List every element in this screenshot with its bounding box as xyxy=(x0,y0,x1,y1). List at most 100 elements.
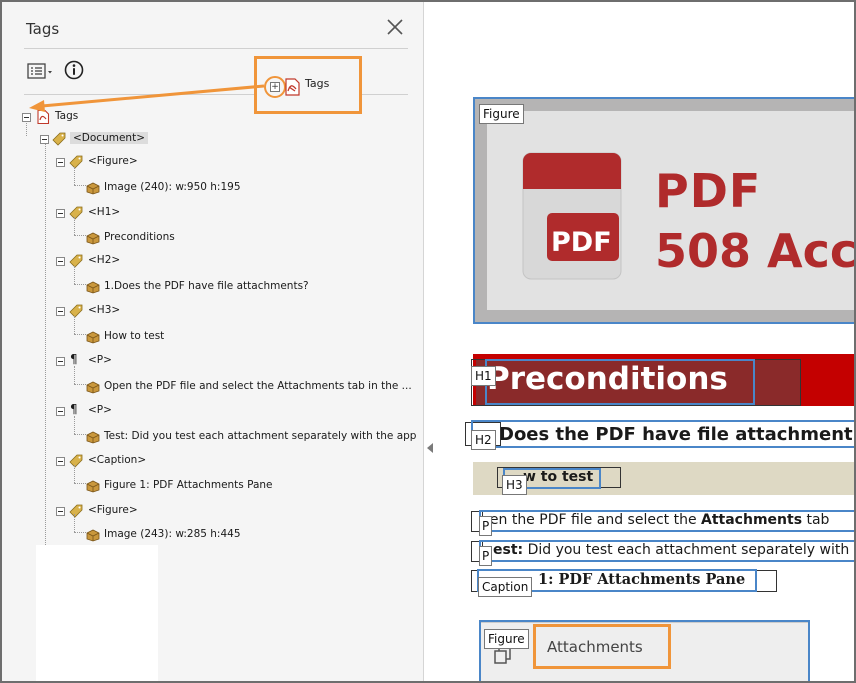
tree-node-label: Image (240): w:950 h:195 xyxy=(104,181,241,193)
tree-node-document[interactable]: <Document> xyxy=(2,128,422,150)
tree-node-label: How to test xyxy=(104,330,165,342)
collapse-icon[interactable] xyxy=(56,457,65,466)
tree-guide xyxy=(74,366,75,384)
figure-tag-outline[interactable] xyxy=(473,97,854,324)
p-tag-outline[interactable] xyxy=(479,540,854,562)
tree-guide xyxy=(74,316,75,334)
tree-node-label: 1.Does the PDF have file attachments? xyxy=(104,280,309,292)
paragraph-icon: ¶ xyxy=(70,352,78,366)
tree-node-p[interactable]: ¶ <P> xyxy=(2,400,422,422)
tree-node-label: Preconditions xyxy=(104,231,175,243)
tree-node-content[interactable]: Open the PDF file and select the Attachm… xyxy=(2,366,422,398)
expand-icon[interactable]: + xyxy=(270,82,280,92)
tree-guide xyxy=(74,532,86,533)
document-view: PDF PDF 508 Acce Figure Preconditions H1… xyxy=(435,2,854,681)
tree-node-label: <H3> xyxy=(88,304,121,316)
tree-node-content[interactable]: How to test xyxy=(2,316,422,348)
figure-tag-chip[interactable]: Figure xyxy=(479,104,524,124)
tree-guide xyxy=(74,217,75,235)
collapse-icon[interactable] xyxy=(22,113,31,122)
tree-node-label: Test: Did you test each attachment separ… xyxy=(104,430,417,442)
tree-node-content[interactable]: Image (240): w:950 h:195 xyxy=(2,167,422,199)
tree-node-label: <H2> xyxy=(88,254,121,266)
content-box-icon xyxy=(86,331,100,344)
p-tag-outline[interactable] xyxy=(479,510,854,532)
tree-guide xyxy=(74,465,75,483)
p-tag-chip[interactable]: P xyxy=(479,546,493,566)
tree-node-label: <Caption> xyxy=(88,454,147,466)
tree-node-label: Tags xyxy=(55,110,79,122)
tree-node-root[interactable]: Tags xyxy=(2,106,422,128)
info-icon[interactable] xyxy=(64,60,84,80)
tag-icon xyxy=(52,132,66,146)
tree-guide xyxy=(74,167,75,185)
content-box-icon xyxy=(86,431,100,444)
collapse-icon[interactable] xyxy=(56,407,65,416)
collapse-icon[interactable] xyxy=(56,357,65,366)
pdf-file-icon xyxy=(37,110,50,124)
tree-guide xyxy=(74,235,86,236)
collapse-icon[interactable] xyxy=(56,209,65,218)
collapse-icon[interactable] xyxy=(56,158,65,167)
tree-node-content[interactable]: Preconditions xyxy=(2,217,422,249)
h3-tag-chip[interactable]: H3 xyxy=(502,475,527,495)
collapse-icon[interactable] xyxy=(40,135,49,144)
tree-guide xyxy=(74,284,86,285)
collapse-panel-icon[interactable] xyxy=(426,442,434,454)
tree-node-content[interactable]: Image (243): w:285 h:445 xyxy=(2,514,422,546)
tree-node-label: <P> xyxy=(88,404,112,416)
tree-node-content[interactable]: Test: Did you test each attachment separ… xyxy=(2,416,422,448)
paragraph-icon: ¶ xyxy=(70,402,78,416)
figure-tag-outline[interactable] xyxy=(479,620,810,681)
h1-tag-chip[interactable]: H1 xyxy=(471,366,496,386)
tree-node-label: <H1> xyxy=(88,206,121,218)
tree-guide xyxy=(74,514,75,532)
tree-node-h1[interactable]: <H1> xyxy=(2,202,422,224)
p-tag-chip[interactable]: P xyxy=(479,516,493,536)
tree-node-label: Image (243): w:285 h:445 xyxy=(104,528,241,540)
callout-label: Tags xyxy=(305,77,330,90)
content-box-icon xyxy=(86,381,100,394)
tree-node-h2[interactable]: <H2> xyxy=(2,250,422,272)
tree-guide xyxy=(74,416,75,434)
tree-node-label: <Figure> xyxy=(88,504,138,516)
divider xyxy=(24,48,408,49)
tag-icon xyxy=(69,504,83,518)
tag-icon xyxy=(69,304,83,318)
figure-tag-chip[interactable]: Figure xyxy=(484,629,529,649)
collapse-icon[interactable] xyxy=(56,257,65,266)
tree-guide xyxy=(74,483,86,484)
tree-guide xyxy=(74,384,86,385)
tree-node-content[interactable]: Figure 1: PDF Attachments Pane xyxy=(2,465,422,497)
tag-icon xyxy=(69,454,83,468)
h1-tag-outline[interactable] xyxy=(485,359,755,405)
options-menu-icon[interactable] xyxy=(27,62,61,82)
tree-node-label: <P> xyxy=(88,354,112,366)
tree-node-figure[interactable]: <Figure> xyxy=(2,151,422,173)
tree-guide xyxy=(74,434,86,435)
tree-node-label: <Figure> xyxy=(88,155,138,167)
panel-title: Tags xyxy=(26,20,60,38)
close-icon[interactable] xyxy=(384,16,406,38)
tree-node-figure[interactable]: <Figure> xyxy=(2,500,422,522)
tree-node-h3[interactable]: <H3> xyxy=(2,300,422,322)
tree-node-content[interactable]: 1.Does the PDF have file attachments? xyxy=(2,266,422,298)
content-box-icon xyxy=(86,480,100,493)
tree-node-p[interactable]: ¶ <P> xyxy=(2,350,422,372)
tag-icon xyxy=(69,254,83,268)
tree-guide xyxy=(74,334,86,335)
h2-tag-chip[interactable]: H2 xyxy=(471,430,496,450)
blank-area xyxy=(36,545,158,681)
content-box-icon xyxy=(86,529,100,542)
content-box-icon xyxy=(86,182,100,195)
content-box-icon xyxy=(86,232,100,245)
h2-tag-outline[interactable] xyxy=(471,420,854,448)
caption-tag-chip[interactable]: Caption xyxy=(478,577,533,597)
tree-node-label: Figure 1: PDF Attachments Pane xyxy=(104,479,273,491)
tag-icon xyxy=(69,206,83,220)
collapse-icon[interactable] xyxy=(56,507,65,516)
tree-node-caption[interactable]: <Caption> xyxy=(2,450,422,472)
collapse-icon[interactable] xyxy=(56,307,65,316)
pdf-file-icon xyxy=(285,78,300,96)
app-window: Tags + Tags Tags <Document> <Figure> Ima… xyxy=(0,0,856,683)
